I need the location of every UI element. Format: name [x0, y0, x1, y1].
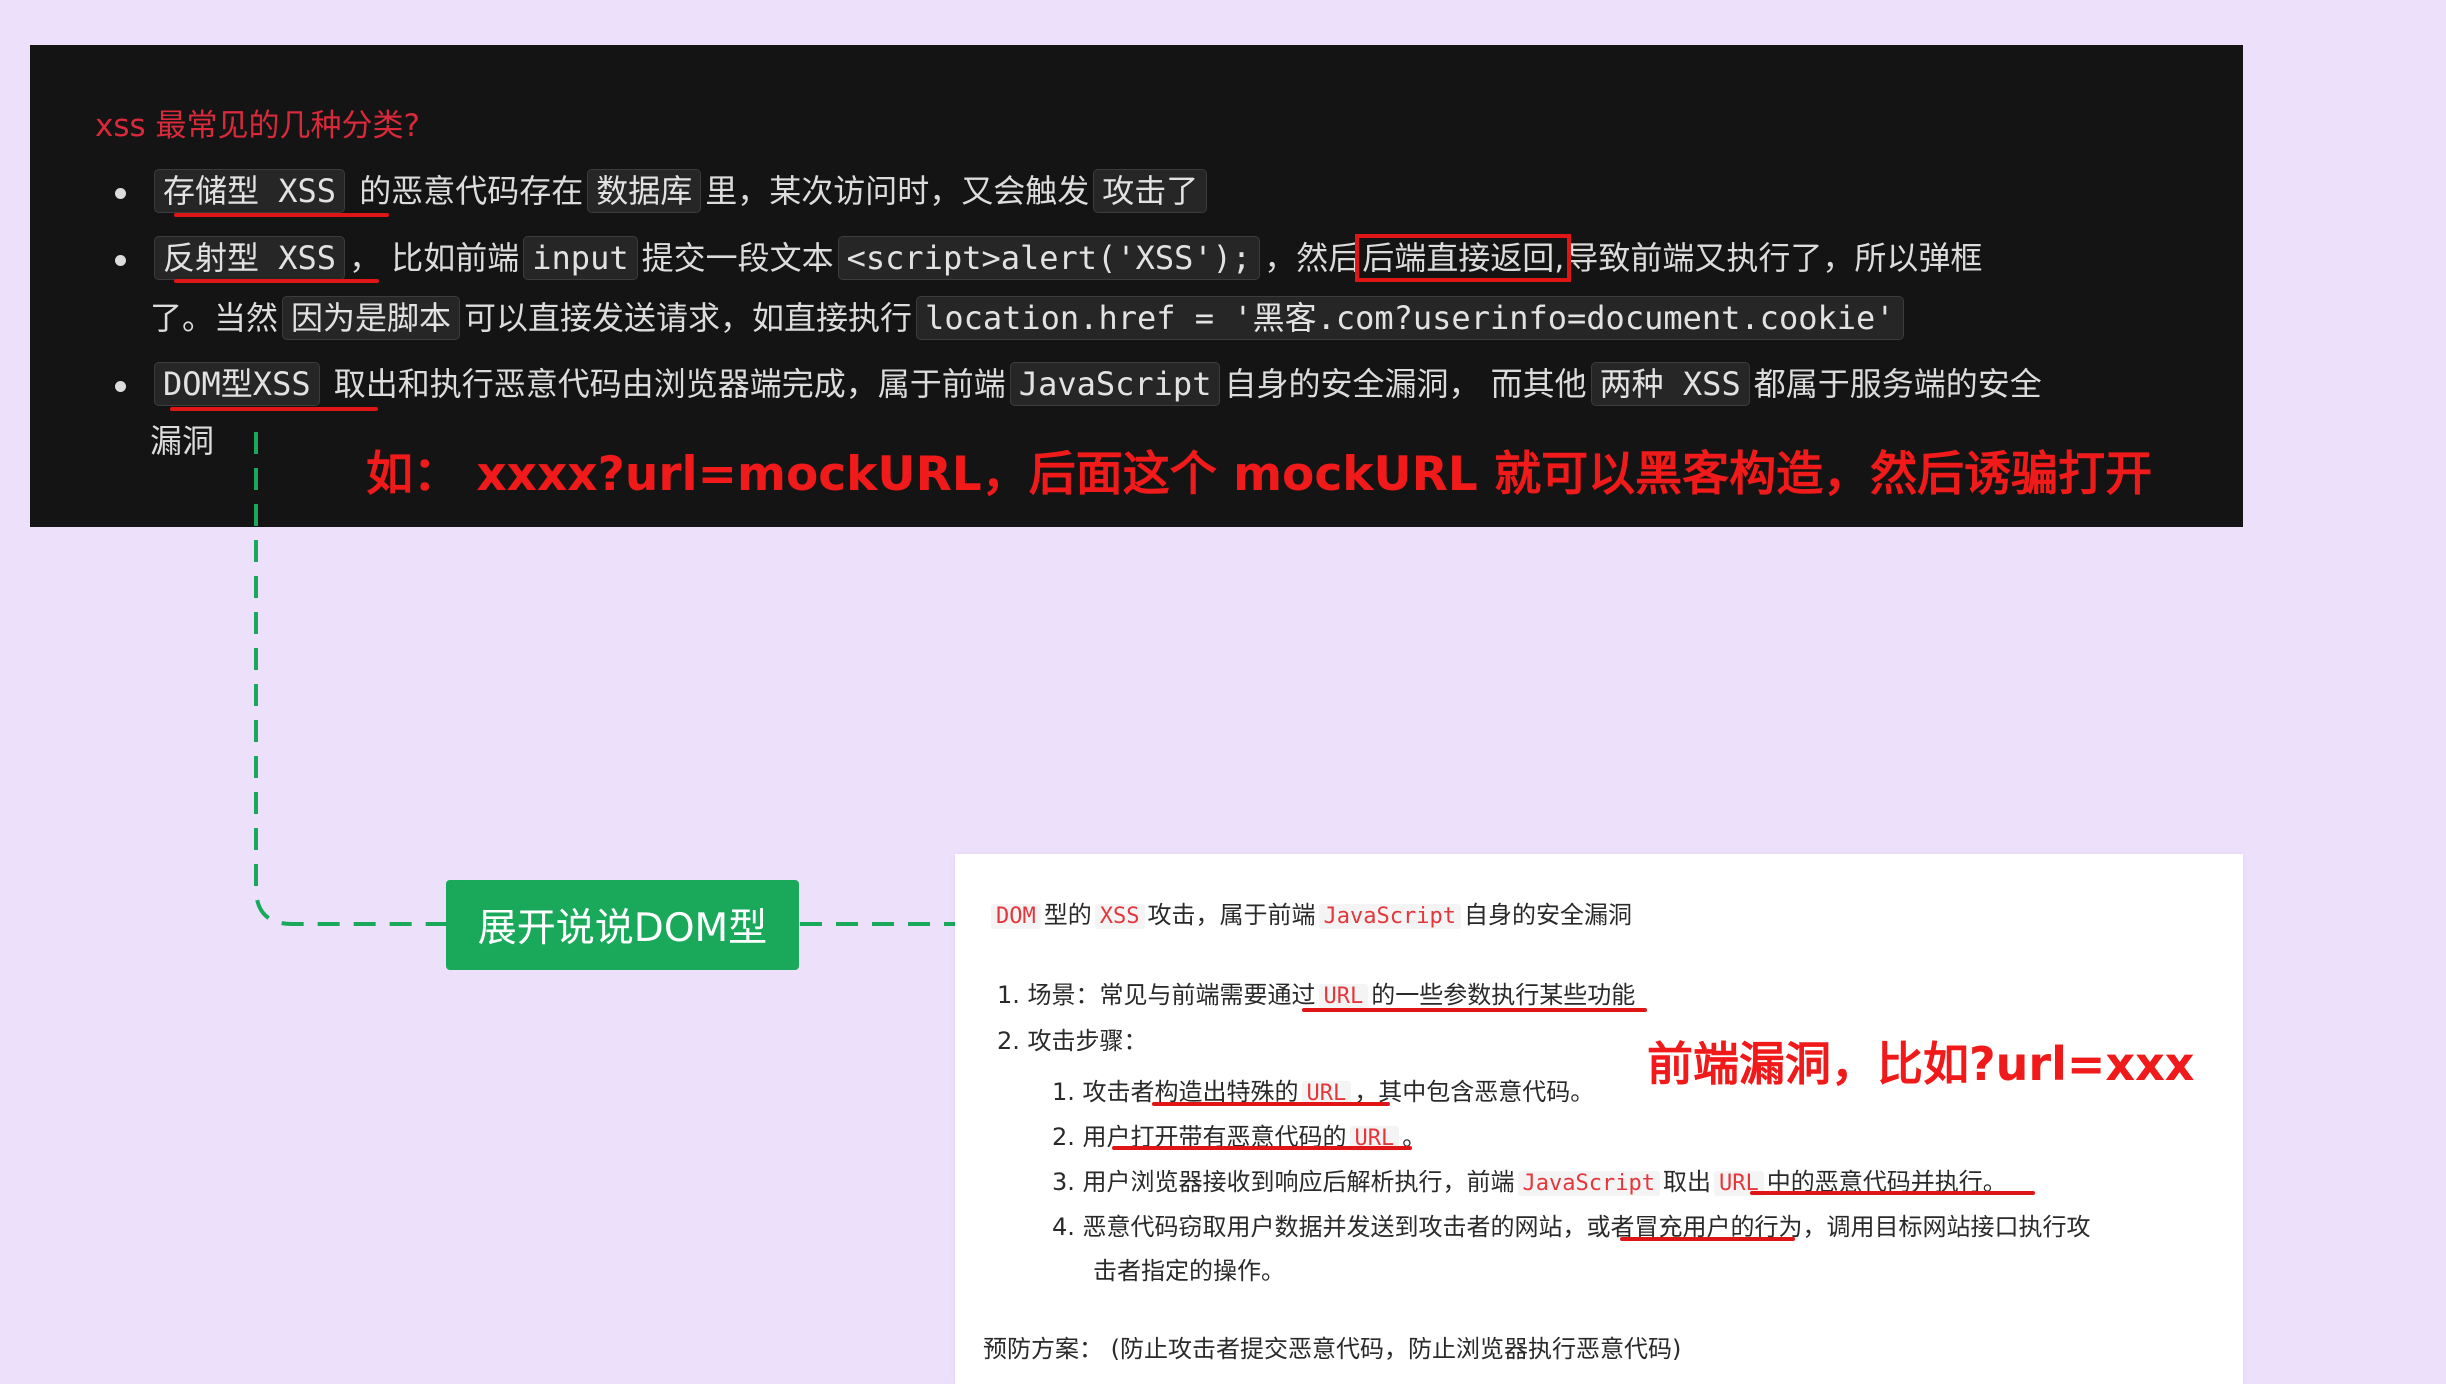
list-item-steps: 2. 攻击步骤： [997, 1027, 1148, 1055]
red-underline [1112, 1146, 1412, 1150]
doc-card: DOM 型的 XSS 攻击，属于前端 JavaScript 自身的安全漏洞 1. 场景：常… [955, 854, 2243, 1384]
red-underline [1620, 1237, 1795, 1241]
step-4: 4. 恶意代码窃取用户数据并发送到攻击者的网站，或者冒充用户的行为，调用目标网站… [1052, 1213, 2091, 1241]
red-underline [1750, 1191, 2035, 1195]
doc-intro: DOM 型的 XSS 攻击，属于前端 JavaScript 自身的安全漏洞 [988, 895, 1632, 930]
list-item-scene: 1. 场景：常见与前端需要通过 URL 的一些参数执行某些功能 [997, 981, 1636, 1009]
annotation-note: 前端漏洞，比如?url=xxx [1647, 1037, 2195, 1091]
red-underline [1152, 1102, 1390, 1106]
prevention-text: 预防方案： (防止攻击者提交恶意代码，防止浏览器执行恶意代码) [983, 1335, 1682, 1363]
step-4-continued: 击者指定的操作。 [1093, 1257, 1285, 1285]
dashed-connector [254, 432, 446, 926]
red-underline [1302, 1008, 1647, 1012]
mindmap-node[interactable]: 展开说说DOM型 [446, 880, 799, 970]
